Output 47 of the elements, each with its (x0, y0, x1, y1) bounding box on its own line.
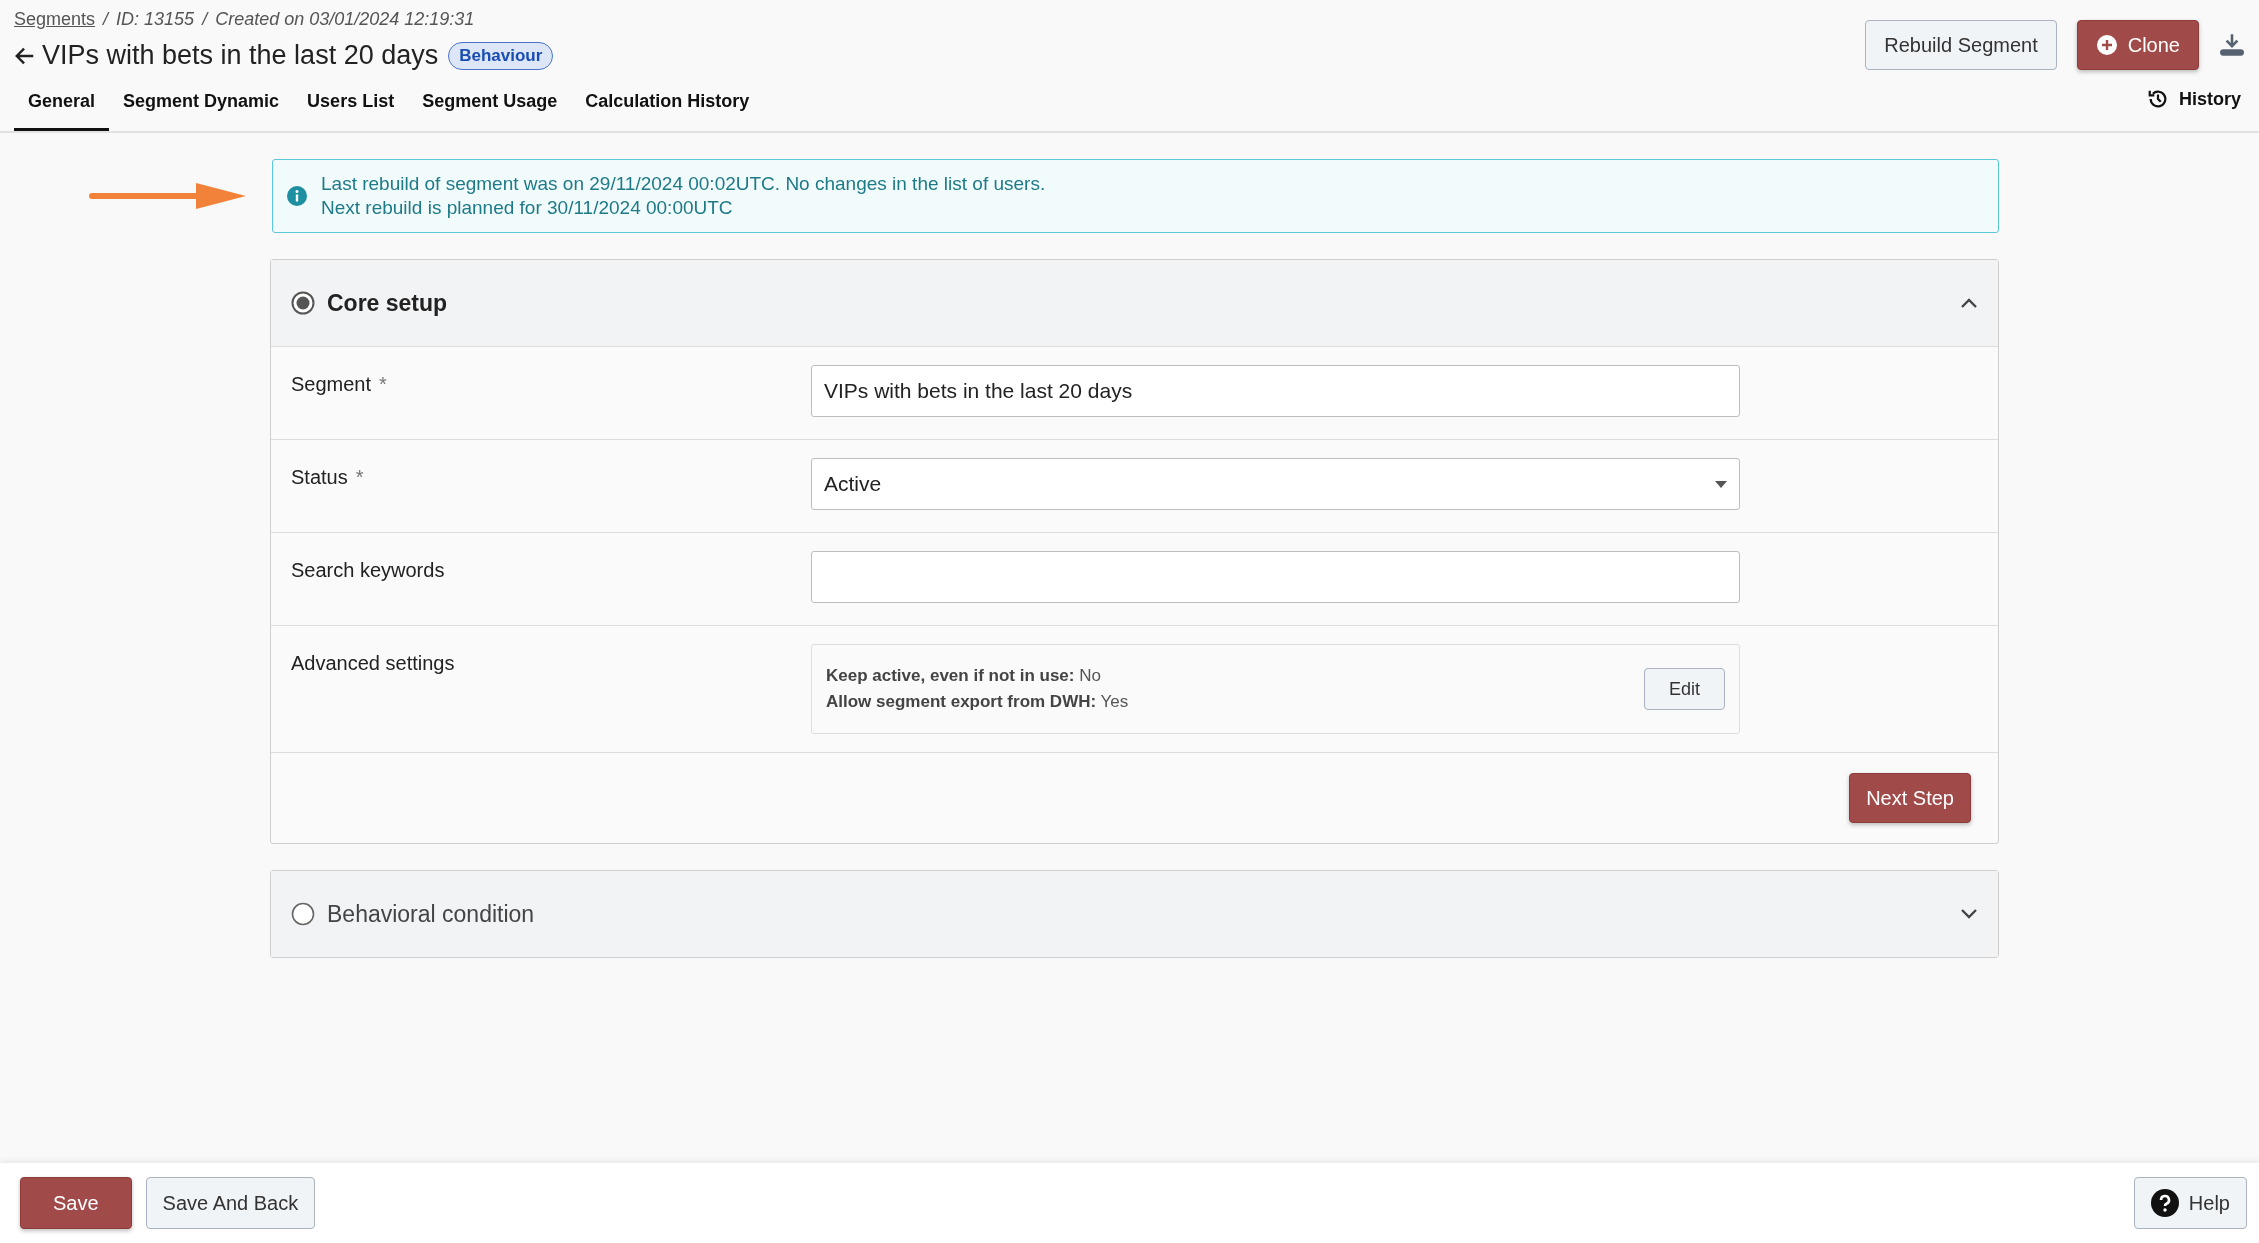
segment-id: ID: 13155 (116, 9, 195, 30)
panel-header[interactable]: Core setup (271, 260, 1998, 346)
created-date: Created on 03/01/2024 12:19:31 (215, 9, 475, 30)
save-and-back-button[interactable]: Save And Back (145, 1177, 316, 1229)
panel-header[interactable]: Behavioral condition (271, 871, 1998, 957)
panel-title: Core setup (327, 289, 449, 317)
setting-line: Allow segment export from DWH: Yes (826, 691, 1129, 713)
info-icon (287, 186, 307, 206)
info-message: Last rebuild of segment was on 29/11/2024 00:02UTC. No changes in the list of users. (321, 172, 1046, 196)
field-label: Segment (291, 373, 372, 396)
tab[interactable]: Users List (293, 83, 409, 131)
save-button[interactable]: Save (20, 1177, 132, 1229)
plus-circle-icon (2095, 34, 2118, 56)
help-icon (2150, 1189, 2179, 1217)
tab[interactable]: Calculation History (571, 83, 764, 131)
info-message: Next rebuild is planned for 30/11/2024 00:00UTC (321, 196, 734, 220)
rebuild-button[interactable]: Rebuild Segment (1865, 20, 2057, 70)
setting-line: Keep active, even if not in use: No (826, 665, 1102, 687)
required-mark: * (379, 373, 387, 396)
chevron-down-icon[interactable] (1960, 908, 1978, 920)
radio-icon[interactable] (291, 902, 315, 926)
breadcrumb-separator: / (103, 9, 109, 30)
breadcrumb-separator: / (202, 9, 208, 30)
status-dropdown[interactable]: Active (811, 458, 1740, 510)
download-icon[interactable] (2219, 32, 2245, 58)
next-step-button[interactable]: Next Step (1849, 773, 1971, 823)
text-field[interactable] (811, 551, 1740, 603)
panel-title: Behavioral condition (327, 900, 536, 928)
dropdown-caret-icon (1715, 480, 1727, 488)
type-badge: Behaviour (448, 41, 554, 70)
edit-button[interactable]: Edit (1643, 668, 1725, 710)
radio-selected-icon[interactable] (291, 291, 315, 315)
field-label: Search keywords (291, 559, 445, 582)
history-link[interactable]: History (2143, 83, 2245, 131)
text-field[interactable]: VIPs with bets in the last 20 days (811, 365, 1740, 417)
help-button[interactable]: Help (2133, 1177, 2247, 1229)
history-icon (2147, 88, 2169, 110)
tab[interactable]: Segment Dynamic (109, 83, 294, 131)
field-label: Advanced settings (291, 652, 455, 675)
breadcrumb-link[interactable]: Segments (14, 9, 96, 30)
chevron-up-icon[interactable] (1960, 297, 1978, 309)
clone-button[interactable]: Clone (2076, 20, 2199, 70)
tab[interactable]: General (14, 83, 110, 131)
tab[interactable]: Segment Usage (408, 83, 572, 131)
required-mark: * (355, 466, 364, 489)
page-title: VIPs with bets in the last 20 days (42, 40, 439, 71)
field-label: Status (291, 466, 348, 489)
